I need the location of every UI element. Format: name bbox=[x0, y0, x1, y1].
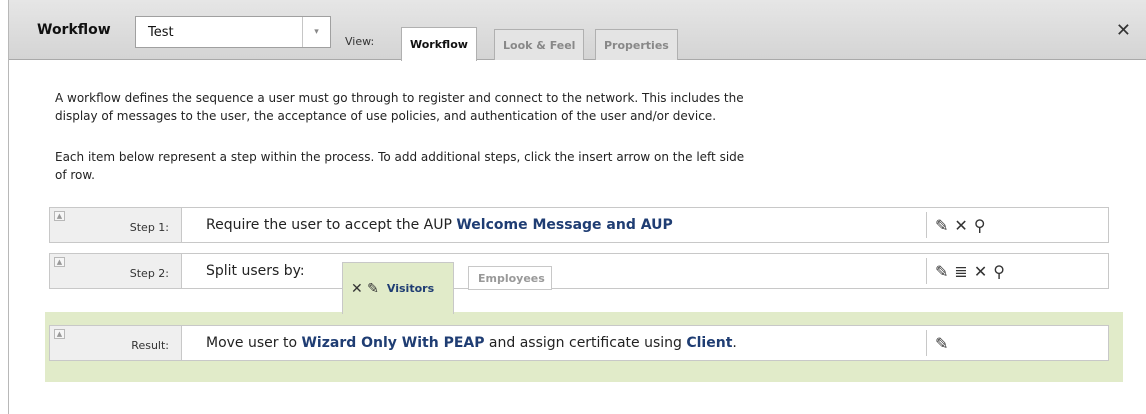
insert-arrow-icon[interactable]: ▲ bbox=[54, 211, 65, 221]
close-icon[interactable]: ✕ bbox=[1116, 20, 1131, 41]
chevron-down-icon[interactable]: ▾ bbox=[302, 17, 330, 47]
edit-icon[interactable]: ✎ bbox=[935, 334, 948, 353]
tab-workflow[interactable]: Workflow bbox=[401, 27, 477, 61]
step-tools: ✎ ✕ ⚲ bbox=[926, 212, 986, 238]
result-label: Result: bbox=[131, 339, 169, 352]
step-content: Split users by: bbox=[206, 263, 305, 279]
workflow-result: ▲ Result: Move user to Wizard Only With … bbox=[49, 325, 1109, 361]
step-label: Step 1: bbox=[129, 221, 169, 234]
insert-arrow-icon[interactable]: ▲ bbox=[54, 257, 65, 267]
result-link-client[interactable]: Client bbox=[686, 335, 732, 351]
branch-label: Visitors bbox=[386, 282, 435, 295]
workflow-step-1: ▲ Step 1: Require the user to accept the… bbox=[49, 207, 1109, 243]
step-label: Step 2: bbox=[129, 267, 169, 280]
edit-icon[interactable]: ✎ bbox=[935, 262, 948, 281]
magnify-icon[interactable]: ⚲ bbox=[974, 216, 986, 235]
dialog-header: Workflow Test ▾ View: Workflow Look & Fe… bbox=[9, 0, 1146, 61]
workflow-select-value: Test bbox=[148, 25, 174, 40]
description-paragraph-1: A workflow defines the sequence a user m… bbox=[55, 91, 744, 123]
workflow-dialog: Workflow Test ▾ View: Workflow Look & Fe… bbox=[8, 0, 1146, 414]
step-link-welcome-message[interactable]: Welcome Message and AUP bbox=[456, 217, 672, 233]
branch-tab-visitors[interactable]: ✕ ✎ Visitors bbox=[342, 262, 454, 314]
branch-tab-employees[interactable]: Employees bbox=[468, 266, 552, 290]
magnify-icon[interactable]: ⚲ bbox=[993, 262, 1005, 281]
delete-icon[interactable]: ✕ bbox=[974, 262, 987, 281]
view-label: View: bbox=[345, 35, 375, 48]
result-link-wizard[interactable]: Wizard Only With PEAP bbox=[301, 335, 484, 351]
tab-properties[interactable]: Properties bbox=[595, 29, 678, 60]
step-handle: ▲ Step 1: bbox=[50, 208, 182, 242]
workflow-select[interactable]: Test ▾ bbox=[135, 16, 331, 48]
insert-arrow-icon[interactable]: ▲ bbox=[54, 329, 65, 339]
description-paragraph-2: Each item below represent a step within … bbox=[55, 150, 745, 182]
step-handle: ▲ Result: bbox=[50, 326, 182, 360]
step-handle: ▲ Step 2: bbox=[50, 254, 182, 288]
step-tools: ✎ ≣ ✕ ⚲ bbox=[926, 258, 1005, 284]
workflow-step-2: ▲ Step 2: Split users by: ✎ ≣ ✕ ⚲ bbox=[49, 253, 1109, 289]
tab-look-and-feel[interactable]: Look & Feel bbox=[494, 29, 585, 60]
list-icon[interactable]: ≣ bbox=[954, 262, 967, 281]
step-content: Require the user to accept the AUP Welco… bbox=[206, 217, 673, 233]
edit-icon[interactable]: ✎ bbox=[935, 216, 948, 235]
branch-edit-icons[interactable]: ✕ ✎ bbox=[351, 281, 379, 297]
dialog-title: Workflow bbox=[37, 22, 111, 38]
result-tools: ✎ bbox=[926, 330, 948, 356]
result-content: Move user to Wizard Only With PEAP and a… bbox=[206, 335, 737, 351]
delete-icon[interactable]: ✕ bbox=[954, 216, 967, 235]
